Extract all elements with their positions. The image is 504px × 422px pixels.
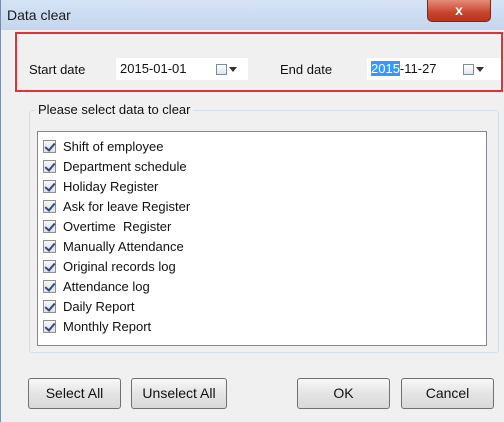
end-date-label: End date — [280, 62, 333, 77]
list-item[interactable]: Manually Attendance — [43, 237, 184, 255]
title-bar: Data clear x — [1, 0, 504, 30]
list-item[interactable]: Shift of employee — [43, 137, 163, 155]
checkbox-checked-icon[interactable] — [43, 139, 56, 153]
calendar-dropdown-icon[interactable] — [216, 61, 242, 77]
list-item-label: Department schedule — [63, 158, 187, 174]
cancel-button[interactable]: Cancel — [401, 378, 494, 409]
checkbox-checked-icon[interactable] — [43, 199, 56, 213]
list-item[interactable]: Overtime Register — [43, 217, 171, 235]
window-title: Data clear — [7, 7, 71, 23]
list-item-label: Daily Report — [63, 298, 135, 314]
start-date-value: 2015-01-01 — [120, 61, 187, 76]
list-item-label: Original records log — [63, 258, 176, 274]
close-button[interactable]: x — [427, 0, 491, 22]
calendar-dropdown-icon[interactable] — [463, 61, 489, 77]
checkbox-checked-icon[interactable] — [43, 259, 56, 273]
checkbox-checked-icon[interactable] — [43, 219, 56, 233]
end-date-picker[interactable]: 2015-11-27 — [367, 58, 501, 80]
end-date-value: 2015-11-27 — [371, 58, 437, 80]
list-item-label: Attendance log — [63, 278, 150, 294]
end-date-year-selected: 2015 — [371, 61, 400, 76]
close-icon: x — [455, 2, 463, 18]
data-checklist[interactable]: Shift of employee Department schedule Ho… — [37, 131, 487, 346]
start-date-label: Start date — [29, 62, 86, 77]
list-item-label: Shift of employee — [63, 138, 164, 154]
list-item-label: Holiday Register — [63, 178, 159, 194]
start-date-picker[interactable]: 2015-01-01 — [116, 58, 248, 80]
list-item[interactable]: Original records log — [43, 257, 176, 275]
checkbox-checked-icon[interactable] — [43, 239, 56, 253]
checkbox-checked-icon[interactable] — [43, 159, 56, 173]
list-item[interactable]: Attendance log — [43, 277, 150, 295]
list-item-label: Ask for leave Register — [63, 198, 191, 214]
list-item[interactable]: Department schedule — [43, 157, 187, 175]
checkbox-checked-icon[interactable] — [43, 179, 56, 193]
data-clear-dialog: Data clear x Start date 2015-01-01 End d… — [0, 0, 504, 422]
list-item-label: Monthly Report — [63, 318, 152, 334]
group-title: Please select data to clear — [35, 102, 194, 117]
list-item-label: Overtime Register — [63, 218, 172, 234]
list-item[interactable]: Monthly Report — [43, 317, 151, 335]
end-date-rest: -11-27 — [399, 61, 437, 76]
list-item[interactable]: Ask for leave Register — [43, 197, 190, 215]
list-item[interactable]: Holiday Register — [43, 177, 158, 195]
list-item-label: Manually Attendance — [63, 238, 184, 254]
checkbox-checked-icon[interactable] — [43, 299, 56, 313]
checkbox-checked-icon[interactable] — [43, 279, 56, 293]
unselect-all-button[interactable]: Unselect All — [131, 378, 227, 409]
checkbox-checked-icon[interactable] — [43, 319, 56, 333]
list-item[interactable]: Daily Report — [43, 297, 135, 315]
ok-button[interactable]: OK — [297, 378, 390, 409]
select-all-button[interactable]: Select All — [28, 378, 121, 409]
